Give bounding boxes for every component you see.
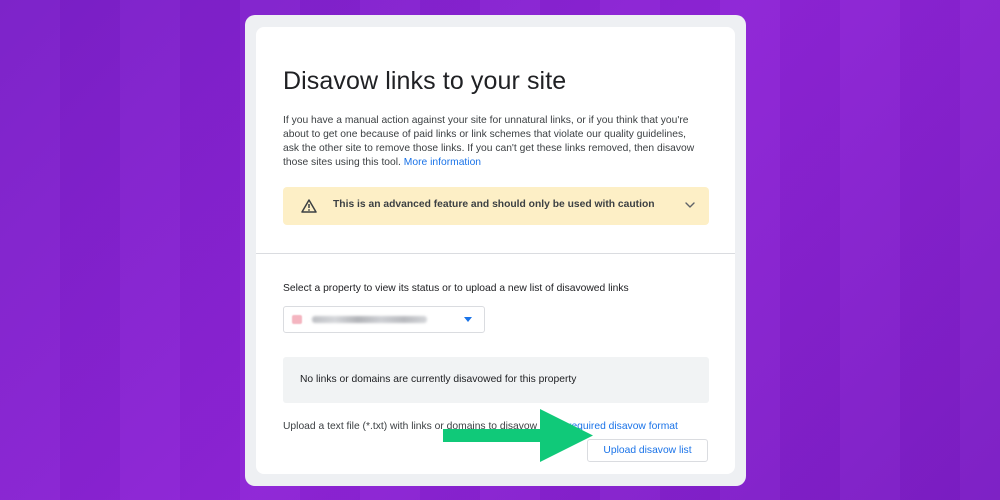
disavow-tool-card: Disavow links to your site If you have a… xyxy=(256,27,735,474)
property-dropdown[interactable] xyxy=(283,306,485,333)
status-message: No links or domains are currently disavo… xyxy=(300,374,577,385)
dropdown-arrow-icon xyxy=(464,317,472,322)
property-select-label: Select a property to view its status or … xyxy=(283,283,629,294)
upload-disavow-list-button[interactable]: Upload disavow list xyxy=(587,439,708,462)
caution-warning-banner[interactable]: This is an advanced feature and should o… xyxy=(283,187,709,225)
chevron-down-icon[interactable] xyxy=(685,201,695,209)
section-divider xyxy=(256,253,735,254)
warning-text: This is an advanced feature and should o… xyxy=(333,199,655,210)
property-favicon-icon xyxy=(292,315,302,324)
page-title: Disavow links to your site xyxy=(283,67,567,95)
warning-triangle-icon xyxy=(301,199,317,213)
more-information-link[interactable]: More information xyxy=(404,157,481,168)
intro-paragraph: If you have a manual action against your… xyxy=(283,114,698,170)
intro-text: If you have a manual action against your… xyxy=(283,115,695,168)
property-url-blurred xyxy=(312,316,427,323)
right-arrow-icon xyxy=(443,409,593,462)
disavow-status-box: No links or domains are currently disavo… xyxy=(283,357,709,403)
